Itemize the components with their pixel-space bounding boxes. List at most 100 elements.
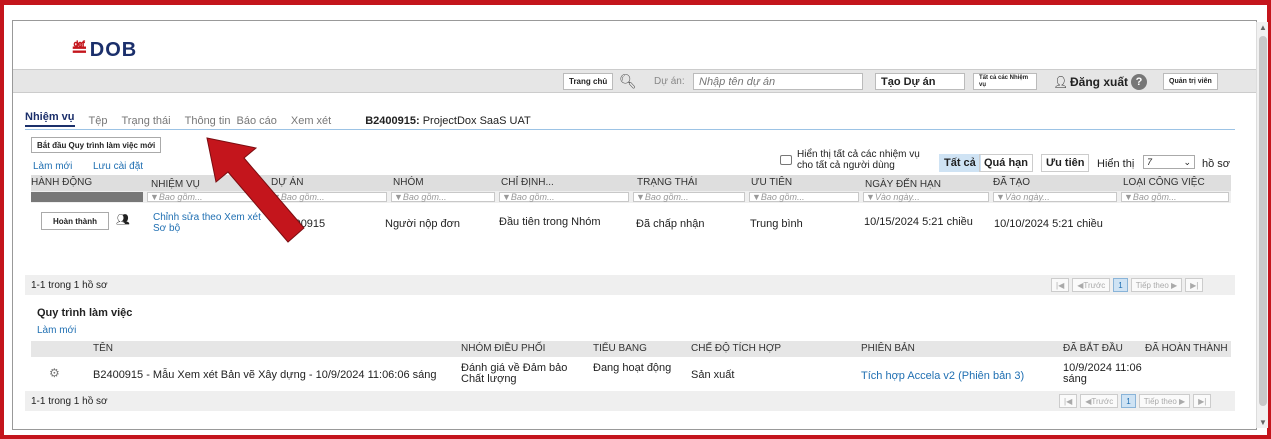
user-icon: 👤︎ xyxy=(1053,74,1069,89)
workflow-name: B2400915 - Mẫu Xem xét Bản vẽ Xây dựng -… xyxy=(93,369,437,381)
project-label: Dự án: xyxy=(654,76,685,87)
action-filter xyxy=(31,192,143,202)
assigned-filter-input[interactable]: ▼ Bao gồm... xyxy=(499,192,629,202)
dob-logo-mark-icon: ≝ xyxy=(71,39,89,61)
create-project-button[interactable]: Tạo Dự án xyxy=(875,73,965,90)
col-due-date[interactable]: NGÀY ĐẾN HẠN xyxy=(865,179,941,190)
wcol-started[interactable]: ĐÃ BẮT ĐẦU xyxy=(1063,343,1123,354)
tasks-table-header: HÀNH ĐỘNG NHIỆM VỤ DỰ ÁN NHÓM CHỈ ĐỊNH..… xyxy=(31,175,1231,191)
start-workflow-button[interactable]: Bắt đầu Quy trình làm việc mới xyxy=(31,137,162,153)
workflow-table-header: TÊN NHÓM ĐIỀU PHỐI TIỂU BANG CHẾ ĐỘ TÍCH… xyxy=(31,341,1231,357)
help-icon[interactable]: ? xyxy=(1131,73,1147,90)
col-created[interactable]: ĐÃ TẠO xyxy=(993,177,1030,188)
workflow-record-count: 1-1 trong 1 hồ sơ xyxy=(31,395,108,407)
complete-button[interactable]: Hoàn thành xyxy=(41,212,109,230)
workflow-mode: Sản xuất xyxy=(691,369,735,381)
wf-next-page-button[interactable]: Tiếp theo ▶ xyxy=(1138,394,1191,408)
vertical-scrollbar[interactable]: ▲ ▼ xyxy=(1256,22,1268,428)
show-all-users-checkbox[interactable] xyxy=(780,155,792,165)
wf-first-page-button[interactable]: |◀ xyxy=(1059,394,1078,408)
tab-status[interactable]: Trạng thái xyxy=(121,115,170,127)
chevron-down-icon: ⌄ xyxy=(1183,156,1191,167)
row-status: Đã chấp nhận xyxy=(636,218,705,230)
wf-last-page-button[interactable]: ▶| xyxy=(1193,394,1212,408)
col-project[interactable]: DỰ ÁN xyxy=(271,177,303,188)
row-assigned: Đầu tiên trong Nhóm xyxy=(499,216,601,228)
all-tasks-button[interactable]: Tất cả các Nhiệm vụ xyxy=(973,73,1037,90)
row-group: Người nộp đơn xyxy=(385,218,460,230)
workflow-title: Quy trình làm việc xyxy=(37,307,133,319)
scroll-up-icon[interactable]: ▲ xyxy=(1259,23,1267,32)
last-page-button[interactable]: ▶| xyxy=(1185,278,1204,292)
row-project: B2400915 xyxy=(275,218,326,230)
show-all-users-label: Hiển thị tất cả các nhiệm vụ cho tất cả … xyxy=(797,149,920,171)
tab-divider xyxy=(25,129,1235,130)
filter-overdue-button[interactable]: Quá hạn xyxy=(979,154,1034,172)
admin-button[interactable]: Quản trị viên xyxy=(1163,73,1218,90)
col-priority[interactable]: ƯU TIÊN xyxy=(751,177,792,188)
prev-page-button[interactable]: ◀ Trước xyxy=(1072,278,1111,292)
row-priority: Trung bình xyxy=(750,218,803,230)
workflow-state: Đang hoạt động xyxy=(593,362,672,374)
top-nav-bar: Trang chủ 🔍︎ Dự án: Tạo Dự án Tất cả các… xyxy=(13,69,1256,93)
workflow-icon: ⚙︎ xyxy=(49,366,60,380)
wf-prev-page-button[interactable]: ◀ Trước xyxy=(1080,394,1119,408)
records-label: hồ sơ xyxy=(1202,158,1231,170)
project-title: B2400915: ProjectDox SaaS UAT xyxy=(365,115,531,127)
scrollbar-thumb[interactable] xyxy=(1259,36,1267,406)
workflow-coord-group: Đánh giá về Đảm bảo Chất lượng xyxy=(461,362,568,385)
tasks-refresh-link[interactable]: Làm mới xyxy=(33,161,72,172)
col-status[interactable]: TRẠNG THÁI xyxy=(637,177,697,188)
main-tabs: Nhiệm vụ Tệp Trạng thái Thông tin Báo cá… xyxy=(25,111,531,127)
created-filter-input[interactable]: ▼ Vào ngày... xyxy=(993,192,1117,202)
page-number-button[interactable]: 1 xyxy=(1113,278,1128,292)
tab-info[interactable]: Thông tin xyxy=(185,115,231,127)
workflow-version-link[interactable]: Tích hợp Accela v2 (Phiên bản 3) xyxy=(861,370,1024,382)
workflow-started: 10/9/2024 11:06 sáng xyxy=(1063,362,1142,385)
logout-button[interactable]: Đăng xuất xyxy=(1070,73,1128,90)
tab-tasks[interactable]: Nhiệm vụ xyxy=(25,111,75,127)
row-due-date: 10/15/2024 5:21 chiều xyxy=(864,216,973,228)
wcol-integration-mode[interactable]: CHẾ ĐỘ TÍCH HỢP xyxy=(691,343,781,354)
tab-files[interactable]: Tệp xyxy=(89,115,108,127)
wcol-name[interactable]: TÊN xyxy=(93,343,113,354)
app-window: ≝DOB Trang chủ 🔍︎ Dự án: Tạo Dự án Tất c… xyxy=(12,20,1257,430)
job-type-filter-input[interactable]: ▼ Bao gồm... xyxy=(1121,192,1229,202)
save-settings-link[interactable]: Lưu cài đặt xyxy=(93,161,143,172)
first-page-button[interactable]: |◀ xyxy=(1051,278,1070,292)
reassign-users-icon[interactable]: 👥︎ xyxy=(116,213,130,226)
project-filter-input[interactable]: ▼ Bao gồm... xyxy=(269,192,387,202)
group-filter-input[interactable]: ▼ Bao gồm... xyxy=(391,192,495,202)
wcol-version[interactable]: PHIÊN BẢN xyxy=(861,343,915,354)
tab-reports[interactable]: Báo cáo xyxy=(236,115,276,127)
due-date-filter-input[interactable]: ▼ Vào ngày... xyxy=(863,192,989,202)
filter-all-button[interactable]: Tất cả xyxy=(939,154,981,172)
tab-review[interactable]: Xem xét xyxy=(291,115,331,127)
col-group[interactable]: NHÓM xyxy=(393,177,424,188)
wcol-state[interactable]: TIỂU BANG xyxy=(593,343,647,354)
scroll-down-icon[interactable]: ▼ xyxy=(1259,418,1267,427)
status-filter-input[interactable]: ▼ Bao gồm... xyxy=(633,192,745,202)
wf-page-number-button[interactable]: 1 xyxy=(1121,394,1136,408)
task-filter-input[interactable]: ▼ Bao gồm... xyxy=(147,192,265,202)
dob-logo[interactable]: ≝DOB xyxy=(71,37,137,62)
col-task[interactable]: NHIỆM VỤ xyxy=(151,179,200,190)
tasks-pager: |◀ ◀ Trước 1 Tiếp theo ▶ ▶| xyxy=(1051,278,1204,292)
wcol-completed[interactable]: ĐÃ HOÀN THÀNH xyxy=(1145,343,1228,354)
filter-priority-button[interactable]: Ưu tiên xyxy=(1041,154,1090,172)
workflow-refresh-link[interactable]: Làm mới xyxy=(37,325,76,336)
col-assigned[interactable]: CHỈ ĐỊNH... xyxy=(501,177,554,188)
col-job-type[interactable]: LOẠI CÔNG VIỆC xyxy=(1123,177,1205,188)
next-page-button[interactable]: Tiếp theo ▶ xyxy=(1130,278,1183,292)
workflow-pager: |◀ ◀ Trước 1 Tiếp theo ▶ ▶| xyxy=(1059,394,1212,408)
project-search-input[interactable] xyxy=(693,73,863,90)
wcol-coord-group[interactable]: NHÓM ĐIỀU PHỐI xyxy=(461,343,545,354)
search-icon[interactable]: 🔍︎ xyxy=(619,73,637,90)
col-action[interactable]: HÀNH ĐỘNG xyxy=(31,177,92,188)
task-link[interactable]: Chỉnh sửa theo Xem xét Sơ bộ xyxy=(153,212,263,234)
page-size-select[interactable]: 7 ⌄ xyxy=(1143,155,1195,169)
tasks-filter-row: ▼ Bao gồm... ▼ Bao gồm... ▼ Bao gồm... ▼… xyxy=(31,191,1231,203)
priority-filter-input[interactable]: ▼ Bao gồm... xyxy=(749,192,859,202)
row-created: 10/10/2024 5:21 chiều xyxy=(994,218,1103,230)
home-button[interactable]: Trang chủ xyxy=(563,73,614,90)
